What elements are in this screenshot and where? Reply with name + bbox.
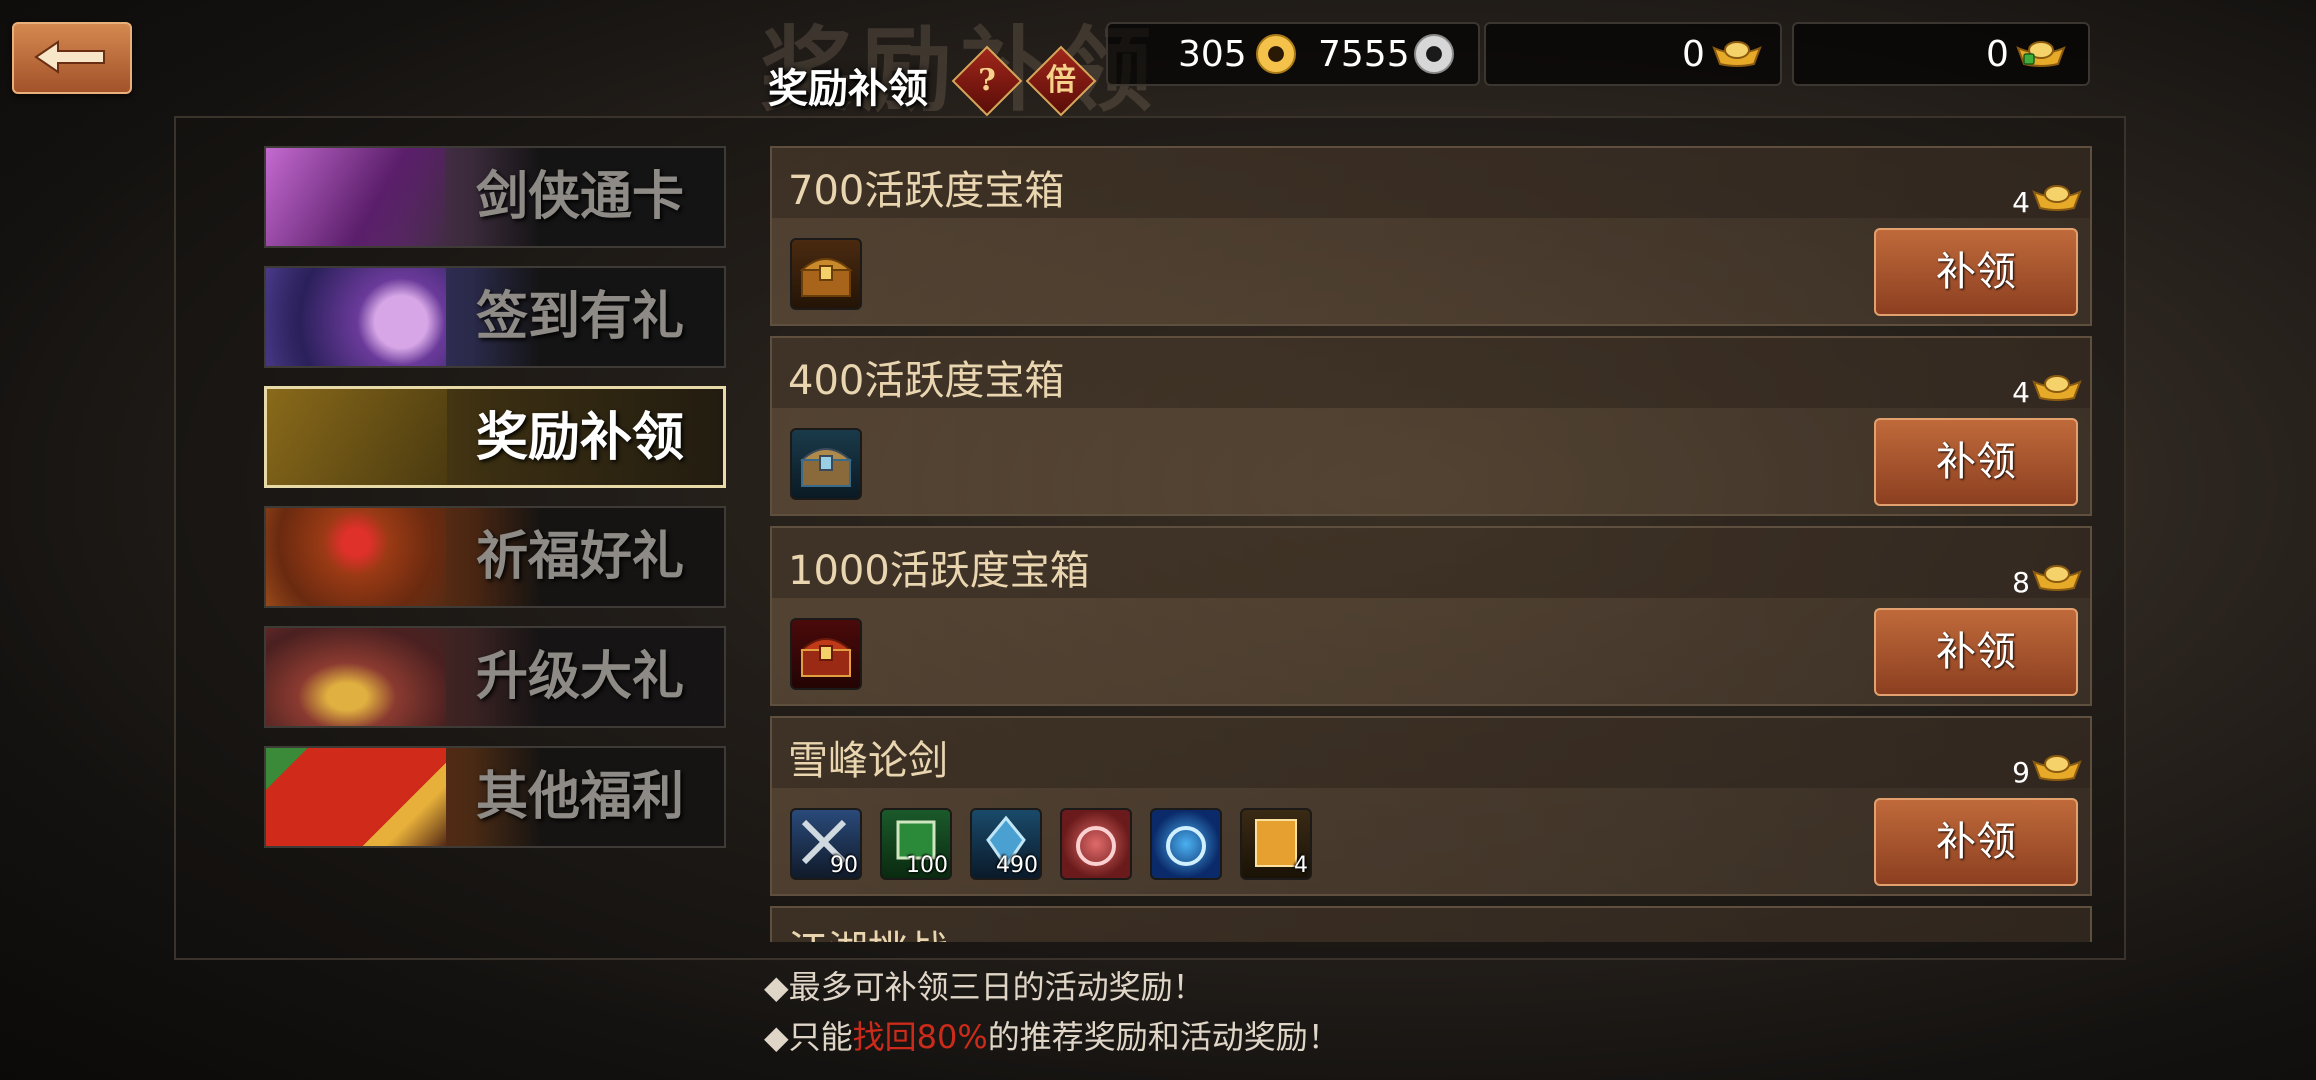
reward-card: 江湖挑战 xyxy=(770,906,2092,942)
reward-cost: 4 xyxy=(2012,376,2030,409)
red-chest-icon[interactable] xyxy=(790,618,862,690)
silver-coin-icon xyxy=(1414,34,1454,74)
reward-cost: 8 xyxy=(2012,566,2030,599)
item-quantity: 490 xyxy=(996,853,1038,878)
reward-title: 雪峰论剑 xyxy=(788,738,948,784)
reward-card: 雪峰论剑 9 90 100 490 4 补领 xyxy=(770,716,2092,896)
red-swirl-orb-icon[interactable] xyxy=(1060,808,1132,880)
tab-label: 剑侠通卡 xyxy=(475,166,684,227)
ingot-icon xyxy=(2032,755,2082,781)
gold-coin-icon xyxy=(1256,34,1296,74)
tab-art-icon xyxy=(266,628,446,726)
item-quantity: 90 xyxy=(830,853,858,878)
crossed-swords-icon[interactable]: 90 xyxy=(790,808,862,880)
bound-ingot-resource: 0 xyxy=(1792,22,2090,86)
reward-cost: 4 xyxy=(2012,186,2030,219)
bound-ingot-count: 0 xyxy=(1986,34,2009,75)
tab-jianxia-card[interactable]: 剑侠通卡 xyxy=(264,146,726,248)
tab-sign-in-gift[interactable]: 签到有礼 xyxy=(264,266,726,368)
silver-coin-count: 7555 xyxy=(1318,34,1410,75)
bound-ingot-icon xyxy=(2016,41,2066,67)
tab-label: 祈福好礼 xyxy=(475,526,684,587)
jade-token-icon[interactable]: 100 xyxy=(880,808,952,880)
blue-swirl-orb-icon[interactable] xyxy=(1150,808,1222,880)
multiplier-icon: 倍 xyxy=(1046,63,1076,98)
gold-coin-count: 305 xyxy=(1178,34,1247,75)
note-line: ◆最多可补领三日的活动奖励！ xyxy=(764,968,1205,1006)
gold-ingot-icon xyxy=(1712,41,1762,67)
reward-cost: 9 xyxy=(2012,756,2030,789)
reward-title: 1000活跃度宝箱 xyxy=(788,548,1090,594)
ingot-icon xyxy=(2032,185,2082,211)
gold-chest-icon[interactable] xyxy=(790,238,862,310)
ingot-resource: 0 xyxy=(1484,22,1782,86)
item-quantity: 4 xyxy=(1294,853,1308,878)
tab-level-up-gift[interactable]: 升级大礼 xyxy=(264,626,726,728)
tab-art-icon xyxy=(267,389,447,485)
silver-chest-icon[interactable] xyxy=(790,428,862,500)
tab-art-icon xyxy=(266,268,446,366)
tab-label: 奖励补领 xyxy=(475,407,684,468)
claim-button[interactable]: 补领 xyxy=(1874,798,2078,886)
reward-card: 1000活跃度宝箱 8 补领 xyxy=(770,526,2092,706)
tab-art-icon xyxy=(266,748,446,846)
tab-other-benefits[interactable]: 其他福利 xyxy=(264,746,726,848)
tab-blessing-gift[interactable]: 祈福好礼 xyxy=(264,506,726,608)
reward-list[interactable]: 700活跃度宝箱 4 补领 400活跃度宝箱 4 补领 1000活跃度宝箱 8 … xyxy=(770,146,2092,942)
blue-crystal-icon[interactable]: 490 xyxy=(970,808,1042,880)
ingot-icon xyxy=(2032,565,2082,591)
page-title: 奖励补领 xyxy=(768,66,928,112)
reward-title: 400活跃度宝箱 xyxy=(788,358,1065,404)
back-arrow-icon xyxy=(34,40,105,74)
item-quantity: 100 xyxy=(906,853,948,878)
ingot-count: 0 xyxy=(1682,34,1705,75)
tab-art-icon xyxy=(266,508,446,606)
tab-label: 签到有礼 xyxy=(475,286,684,347)
reward-title: 700活跃度宝箱 xyxy=(788,168,1065,214)
tab-label: 其他福利 xyxy=(475,766,684,827)
back-button[interactable] xyxy=(12,22,132,94)
tab-art-icon xyxy=(266,148,446,246)
tab-reward-reclaim[interactable]: 奖励补领 xyxy=(264,386,726,488)
help-icon: ? xyxy=(978,63,996,98)
claim-button[interactable]: 补领 xyxy=(1874,228,2078,316)
reward-card: 700活跃度宝箱 4 补领 xyxy=(770,146,2092,326)
multiplier-card-icon[interactable]: 4 xyxy=(1240,808,1312,880)
reward-card: 400活跃度宝箱 4 补领 xyxy=(770,336,2092,516)
note-highlight: 找回80% xyxy=(852,1018,988,1056)
claim-button[interactable]: 补领 xyxy=(1874,418,2078,506)
reward-title: 江湖挑战 xyxy=(788,918,948,942)
claim-button[interactable]: 补领 xyxy=(1874,608,2078,696)
notes: ◆最多可补领三日的活动奖励！ ◆只能找回80%的推荐奖励和活动奖励！ xyxy=(764,962,1340,1062)
ingot-icon xyxy=(2032,375,2082,401)
coin-resources: 305 7555 xyxy=(1106,22,1480,86)
note-line: ◆只能找回80%的推荐奖励和活动奖励！ xyxy=(764,1018,1340,1056)
tab-label: 升级大礼 xyxy=(475,646,684,707)
